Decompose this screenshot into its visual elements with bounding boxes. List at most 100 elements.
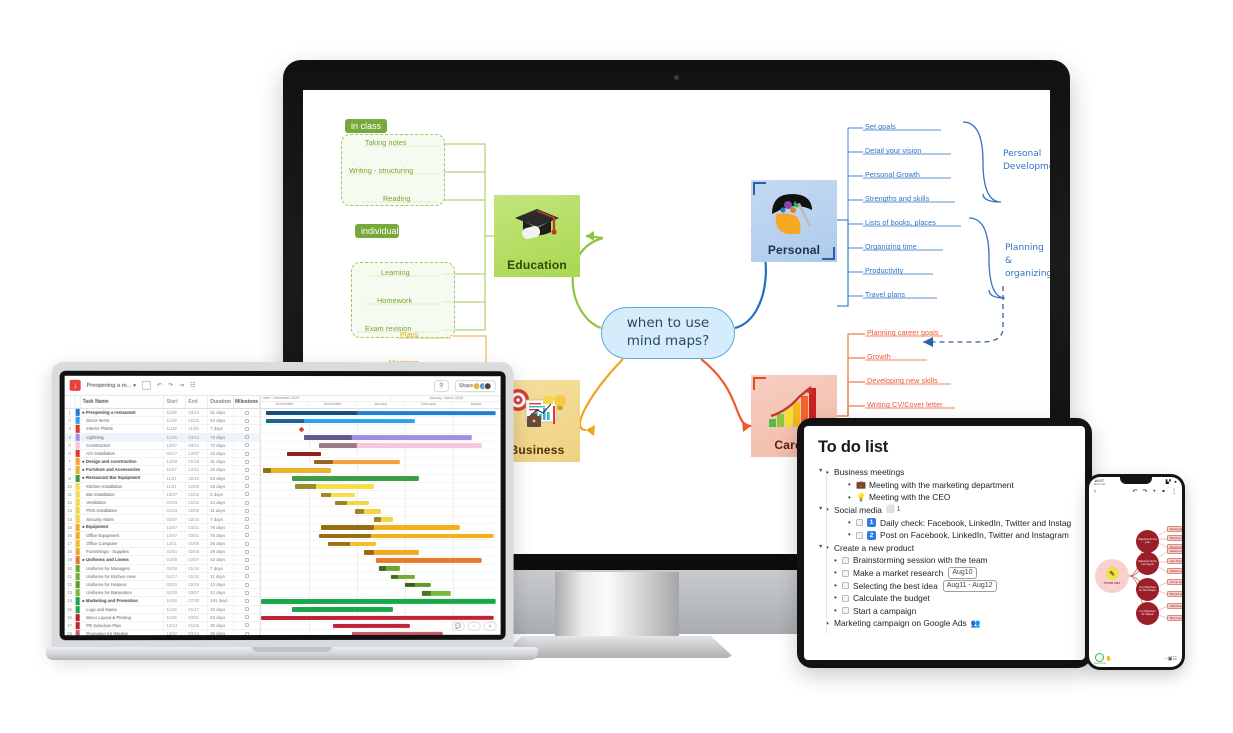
row-milestone[interactable]: [234, 490, 260, 499]
gantt-bar-area[interactable]: [260, 408, 501, 636]
education-leaf[interactable]: Taking notes: [365, 138, 407, 147]
row-milestone[interactable]: [234, 499, 260, 507]
personal-leaf[interactable]: Strengths and skills: [865, 194, 929, 203]
gantt-file-name[interactable]: Preopening a re... ▾: [87, 382, 136, 388]
table-row[interactable]: 26 Menu Layout & Printing 11/06 03/01 84 da…: [64, 613, 260, 623]
table-row[interactable]: 1 ▸ Preopening a restaurant 11/08 03/14 91 d…: [64, 408, 260, 418]
table-row[interactable]: 2 Decor items 11/08 01/22 54 days: [64, 417, 260, 426]
gantt-bar[interactable]: [292, 476, 420, 481]
gantt-task-table[interactable]: Task Name Start End Duration Milestone 1…: [64, 395, 261, 636]
zoom-icon[interactable]: −▣: [1165, 656, 1173, 662]
phone-mindmap-canvas[interactable]: ✎ TO DO LIST Objectives for the year Obj…: [1089, 497, 1182, 651]
row-task-name[interactable]: Uniforms for Kitchen crew: [80, 572, 165, 581]
gantt-track[interactable]: [260, 531, 501, 541]
phone-leaf[interactable]: Blog first details: [1167, 591, 1182, 597]
gantt-toolbar[interactable]: Preopening a re... ▾ ↶ ↷ ⇥ ☷ ⚲ Share: [64, 375, 501, 397]
row-task-name[interactable]: ▸ Marketing and Promotion: [80, 597, 165, 605]
list-item[interactable]: • Brainstorming session with the team: [818, 554, 1075, 567]
list-item[interactable]: • Marketing campaign on Google Ads 👥: [818, 617, 1075, 630]
row-task-name[interactable]: Lightning: [80, 433, 165, 441]
row-task-name[interactable]: Decor items: [80, 417, 165, 425]
chevron-down-icon[interactable]: ▾: [133, 382, 136, 388]
career-leaf[interactable]: Writing CV/Cover letter: [867, 400, 943, 409]
table-row[interactable]: 8 ▸ Furniture and Accessories 11/07 12/12 26…: [64, 466, 260, 475]
table-row[interactable]: 23 Uniforms for Bartenders 02/20 03/07 12 d…: [64, 589, 260, 598]
row-milestone[interactable]: [234, 408, 260, 417]
todo-checkbox[interactable]: [842, 556, 849, 564]
row-task-name[interactable]: Logo and Name: [80, 605, 165, 613]
row-milestone[interactable]: [234, 613, 260, 621]
gantt-track[interactable]: [260, 564, 501, 573]
table-row[interactable]: 20 Uniforms for Managers 01/08 01/16 7 days: [64, 564, 260, 573]
gantt-track[interactable]: [260, 474, 501, 483]
table-row[interactable]: 7 ▸ Design and construction 12/00 01/19 31 d…: [64, 458, 260, 467]
plus-icon[interactable]: +: [1152, 489, 1156, 495]
row-task-name[interactable]: ▸ Uniforms and Linens: [80, 556, 165, 564]
row-task-name[interactable]: Uniforms for Managers: [80, 564, 165, 572]
collapse-triangle-icon[interactable]: ▼: [818, 506, 826, 514]
list-item[interactable]: • 💼 Meeting with the marketing department: [818, 479, 1075, 492]
row-task-name[interactable]: Furnishings - Supplies: [80, 548, 165, 556]
career-leaf[interactable]: Developing new skills: [867, 376, 938, 385]
row-milestone[interactable]: [234, 507, 260, 515]
collapse-triangle-icon[interactable]: ▼: [818, 544, 826, 552]
row-milestone[interactable]: [234, 556, 260, 564]
row-milestone[interactable]: [234, 482, 260, 490]
todo-checkbox[interactable]: [842, 582, 849, 590]
row-milestone[interactable]: [234, 630, 260, 636]
gantt-bar[interactable]: [260, 615, 494, 621]
todo-checkbox[interactable]: [856, 519, 863, 527]
search-icon[interactable]: ⚲: [433, 379, 449, 392]
row-task-name[interactable]: Office Computer: [80, 540, 165, 548]
list-item[interactable]: ▼ • Create a new product: [818, 542, 1075, 555]
education-leaf[interactable]: Homework: [377, 296, 412, 305]
gantt-bar[interactable]: [292, 607, 393, 612]
education-leaf[interactable]: Writing - structuring: [349, 166, 413, 175]
gantt-bar[interactable]: [332, 623, 410, 629]
table-row[interactable]: 17 Office Computer 12/11 01/05 26 days: [64, 540, 260, 549]
table-row[interactable]: 3 Interior Plants 11/28 11/28 7 days: [64, 425, 260, 434]
todo-checkbox[interactable]: [842, 594, 849, 602]
todo-date-tag[interactable]: Aug11 - Aug12: [942, 579, 997, 592]
phone-leaf[interactable]: Blog Post week: [1167, 535, 1182, 541]
list-icon[interactable]: [141, 380, 151, 390]
career-leaf[interactable]: Planning career goals: [867, 328, 939, 337]
row-milestone[interactable]: [234, 441, 260, 449]
phone-node[interactable]: Objectives for the next big job: [1136, 552, 1159, 575]
row-milestone[interactable]: [234, 515, 260, 523]
list-item[interactable]: • 1 Daily check: Facebook, LinkedIn, Twitt…: [818, 516, 1075, 529]
row-task-name[interactable]: ▸ Furniture and Accessories: [80, 466, 165, 474]
gantt-track[interactable]: [260, 548, 501, 557]
layers-icon[interactable]: ☷: [1173, 656, 1177, 662]
table-row[interactable]: 27 PR Selection Plan 12/13 01/26 30 days: [64, 621, 260, 631]
row-milestone[interactable]: [234, 417, 260, 425]
row-task-name[interactable]: Menu Layout & Printing: [80, 613, 165, 622]
table-row[interactable]: 15 ▸ Equipment 12/07 03/21 75 days: [64, 523, 260, 532]
phone-node[interactable]: Objectives for the year: [1136, 530, 1159, 553]
gantt-track[interactable]: [260, 441, 501, 451]
table-row[interactable]: 18 Furnishings - Supplies 01/01 02/08 29 da…: [64, 548, 260, 557]
collapse-triangle-icon[interactable]: ▼: [818, 468, 826, 476]
gantt-bar[interactable]: [263, 467, 331, 473]
table-row[interactable]: 14 Security Alarm 02/07 02/15 7 days: [64, 515, 260, 524]
row-milestone[interactable]: [234, 433, 260, 441]
education-leaf[interactable]: Reading: [383, 194, 410, 203]
share-button[interactable]: Share: [454, 379, 496, 392]
table-row[interactable]: 13 POS Installation 01/23 02/06 11 days: [64, 507, 260, 516]
row-task-name[interactable]: ▸ Preopening a restaurant: [80, 408, 165, 417]
gantt-track[interactable]: [260, 408, 501, 418]
row-milestone[interactable]: [234, 597, 260, 605]
gantt-track[interactable]: [260, 449, 501, 459]
row-task-name[interactable]: A/V Installation: [80, 449, 165, 458]
row-task-name[interactable]: Security Alarm: [80, 515, 165, 523]
gantt-milestone-marker[interactable]: [299, 426, 305, 433]
gantt-track[interactable]: [260, 425, 501, 434]
table-row[interactable]: 24 ▸ Marketing and Promotion 11/00 07/30 191…: [64, 597, 260, 606]
row-milestone[interactable]: [234, 523, 260, 531]
table-row[interactable]: 4 Lightning 11/29 03/13 75 days: [64, 433, 260, 442]
todo-checkbox[interactable]: [856, 531, 863, 539]
row-task-name[interactable]: Office Equipment: [80, 531, 165, 540]
row-milestone[interactable]: [234, 531, 260, 540]
gantt-track[interactable]: [260, 490, 501, 500]
phone-node[interactable]: Key Objectives for Next Project: [1136, 578, 1159, 601]
